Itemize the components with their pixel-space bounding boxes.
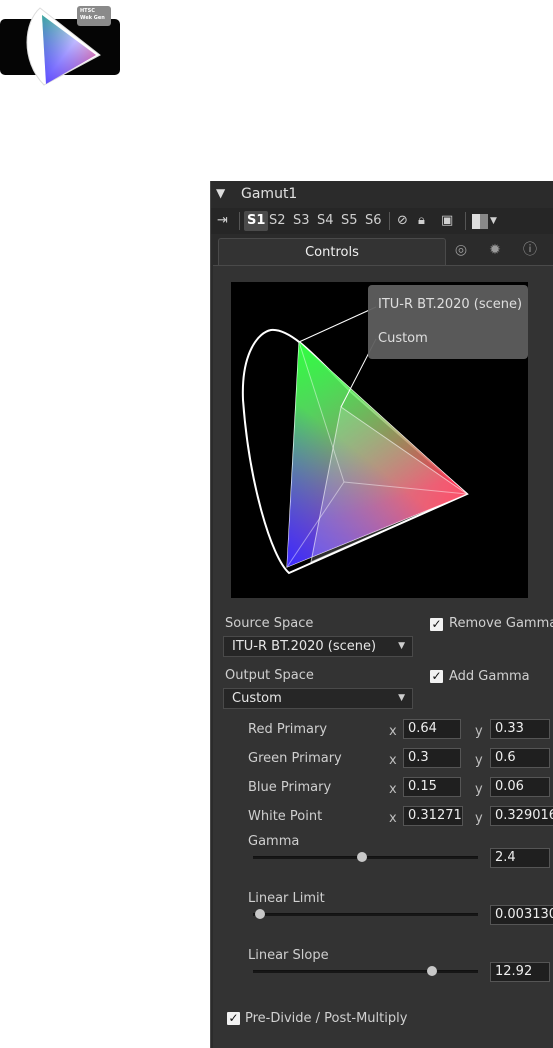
slot-s4-button[interactable]: S4 [317, 213, 334, 228]
white-y-label: y [475, 811, 483, 826]
gamut-legend: ITU-R BT.2020 (scene) Custom [368, 285, 528, 359]
gamma-slider-handle[interactable] [357, 852, 367, 862]
remove-gamma-label: Remove Gamma [449, 616, 553, 631]
red-x-field[interactable]: 0.64 [403, 719, 461, 739]
blue-x-label: x [389, 782, 397, 797]
version-toolbar: ⇥ S1 S2 S3 S4 S5 S6 ⊘ 🔒︎ ▣ ▼ [211, 208, 553, 234]
linear-slope-field[interactable]: 12.92 [490, 962, 550, 982]
node-icon-tag: HTSC Wek Gen [77, 6, 111, 26]
red-y-field[interactable]: 0.33 [490, 719, 550, 739]
green-primary-label: Green Primary [248, 751, 342, 766]
output-space-value: Custom [232, 691, 282, 706]
red-y-label: y [475, 724, 483, 739]
source-space-label: Source Space [225, 616, 314, 631]
save-icon[interactable]: ▣ [441, 213, 453, 228]
tab-bar: Controls ◎ ✹ ⓘ [211, 236, 553, 265]
cie-chromaticity-diagram: ITU-R BT.2020 (scene) Custom [231, 282, 528, 598]
toolbar-divider [239, 212, 240, 230]
linear-limit-slider-track[interactable] [253, 913, 478, 916]
blue-y-field[interactable]: 0.06 [490, 777, 550, 797]
linear-slope-label: Linear Slope [248, 948, 329, 963]
slot-s5-button[interactable]: S5 [341, 213, 358, 228]
tab-controls[interactable]: Controls [218, 238, 446, 265]
slot-s2-button[interactable]: S2 [269, 213, 286, 228]
bt2020-leader-line [298, 306, 377, 343]
blue-primary-label: Blue Primary [248, 780, 332, 795]
slot-s3-button[interactable]: S3 [293, 213, 310, 228]
panel-header[interactable]: ▼ Gamut1 [211, 181, 553, 208]
legend-custom: Custom [378, 331, 428, 346]
tool-title: Gamut1 [241, 186, 298, 202]
linear-slope-slider-track[interactable] [253, 970, 478, 973]
green-y-label: y [475, 753, 483, 768]
chevron-down-icon: ▼ [398, 641, 405, 651]
controls-content: ITU-R BT.2020 (scene) Custom Source Spac… [213, 265, 553, 1048]
dropdown-arrow-icon[interactable]: ▼ [490, 216, 497, 226]
slot-s1-button[interactable]: S1 [244, 211, 269, 231]
blue-x-field[interactable]: 0.15 [403, 777, 461, 797]
pre-divide-label: Pre-Divide / Post-Multiply [245, 1011, 408, 1026]
lock-icon[interactable]: 🔒︎ [418, 213, 425, 228]
remove-gamma-checkbox[interactable]: ✓ [430, 618, 443, 631]
white-y-field[interactable]: 0.329016 [490, 806, 553, 826]
pre-divide-checkbox[interactable]: ✓ [227, 1012, 240, 1025]
blue-y-label: y [475, 782, 483, 797]
white-x-label: x [389, 811, 397, 826]
settings-gear-icon[interactable]: ✹ [485, 240, 505, 260]
toolbar-divider [465, 212, 466, 230]
output-space-label: Output Space [225, 668, 314, 683]
chevron-down-icon: ▼ [398, 693, 405, 703]
collapse-chevron-icon[interactable]: ▼ [216, 186, 225, 200]
legend-bt2020: ITU-R BT.2020 (scene) [378, 297, 523, 312]
node-tag-line1: HTSC [80, 8, 95, 14]
source-space-dropdown[interactable]: ITU-R BT.2020 (scene) ▼ [223, 636, 413, 657]
inspector-panel: ▼ Gamut1 ⇥ S1 S2 S3 S4 S5 S6 ⊘ 🔒︎ ▣ ▼ Co… [210, 181, 553, 1048]
disable-icon[interactable]: ⊘ [397, 213, 408, 228]
gamma-label: Gamma [248, 834, 300, 849]
add-gamma-label: Add Gamma [449, 669, 530, 684]
modifiers-icon[interactable]: ◎ [451, 240, 471, 260]
info-icon[interactable]: ⓘ [520, 240, 540, 260]
linear-limit-slider-handle[interactable] [255, 909, 265, 919]
white-point-label: White Point [248, 809, 323, 824]
color-swatch-icon[interactable] [472, 214, 488, 229]
green-x-label: x [389, 753, 397, 768]
green-x-field[interactable]: 0.3 [403, 748, 461, 768]
slot-s6-button[interactable]: S6 [365, 213, 382, 228]
toolbar-divider [389, 212, 390, 230]
node-tag-line2: Wek Gen [80, 15, 105, 21]
gamma-field[interactable]: 2.4 [490, 848, 550, 868]
pin-icon[interactable]: ⇥ [217, 213, 228, 228]
linear-slope-slider-handle[interactable] [427, 966, 437, 976]
green-y-field[interactable]: 0.6 [490, 748, 550, 768]
source-space-value: ITU-R BT.2020 (scene) [232, 639, 377, 654]
add-gamma-checkbox[interactable]: ✓ [430, 670, 443, 683]
white-x-field[interactable]: 0.312713 [403, 806, 463, 826]
output-space-dropdown[interactable]: Custom ▼ [223, 688, 413, 709]
linear-limit-label: Linear Limit [248, 891, 325, 906]
red-primary-label: Red Primary [248, 722, 328, 737]
gamut-node-icon: HTSC Wek Gen [0, 0, 125, 95]
linear-limit-field[interactable]: 0.0031308 [490, 905, 553, 925]
red-x-label: x [389, 724, 397, 739]
